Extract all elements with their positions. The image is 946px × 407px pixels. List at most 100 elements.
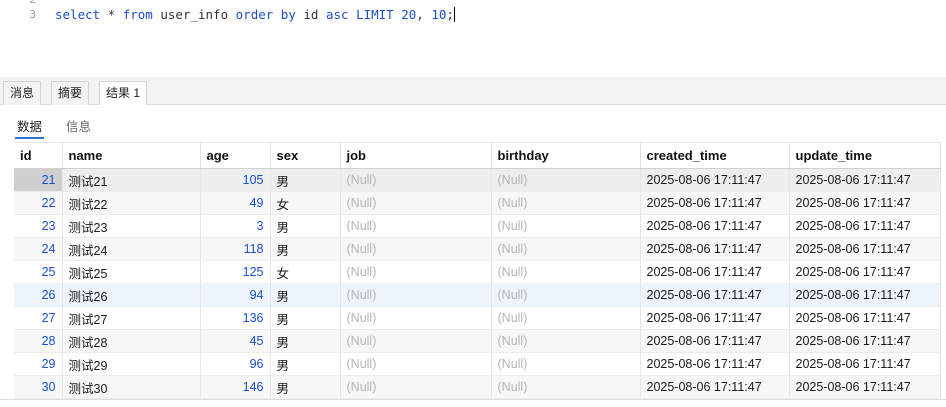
table-row[interactable]: 24 测试24 118 男 (Null) (Null) 2025-08-06 17:11:4… [14, 237, 941, 261]
cell-birthday[interactable]: (Null) [491, 237, 641, 261]
table-row[interactable]: 22 测试22 49 女 (Null) (Null) 2025-08-06 17:11:47… [14, 191, 941, 215]
table-row[interactable]: 21 测试21 105 男 (Null) (Null) 2025-08-06 17:11:4… [14, 168, 941, 192]
cell-sex[interactable]: 男 [270, 306, 341, 330]
cell-name[interactable]: 测试21 [62, 168, 201, 192]
cell-age[interactable]: 146 [200, 375, 271, 399]
cell-birthday[interactable]: (Null) [491, 260, 641, 284]
cell-update-time[interactable]: 2025-08-06 17:11:47 [789, 283, 941, 307]
cell-sex[interactable]: 女 [270, 191, 341, 215]
cell-created-time[interactable]: 2025-08-06 17:11:47 [640, 375, 790, 399]
table-row[interactable]: 28 测试28 45 男 (Null) (Null) 2025-08-06 17:11:47… [14, 329, 941, 353]
cell-created-time[interactable]: 2025-08-06 17:11:47 [640, 191, 790, 215]
cell-id[interactable]: 24 [14, 237, 63, 261]
cell-birthday[interactable]: (Null) [491, 375, 641, 399]
cell-age[interactable]: 45 [200, 329, 271, 353]
cell-id[interactable]: 28 [14, 329, 63, 353]
cell-sex[interactable]: 男 [270, 329, 341, 353]
cell-job[interactable]: (Null) [340, 352, 492, 376]
cell-sex[interactable]: 男 [270, 352, 341, 376]
cell-sex[interactable]: 男 [270, 237, 341, 261]
cell-id[interactable]: 26 [14, 283, 63, 307]
cell-birthday[interactable]: (Null) [491, 306, 641, 330]
cell-sex[interactable]: 女 [270, 260, 341, 284]
cell-name[interactable]: 测试26 [62, 283, 201, 307]
table-row[interactable]: 25 测试25 125 女 (Null) (Null) 2025-08-06 17:11:4… [14, 260, 941, 284]
cell-created-time[interactable]: 2025-08-06 17:11:47 [640, 306, 790, 330]
subtab-data[interactable]: 数据 [17, 116, 42, 135]
column-header-birthday[interactable]: birthday [491, 142, 641, 169]
column-header-update-time[interactable]: update_time [789, 142, 941, 169]
cell-job[interactable]: (Null) [340, 329, 492, 353]
cell-birthday[interactable]: (Null) [491, 329, 641, 353]
cell-update-time[interactable]: 2025-08-06 17:11:47 [789, 237, 941, 261]
column-header-job[interactable]: job [340, 142, 492, 169]
table-row[interactable]: 29 测试29 96 男 (Null) (Null) 2025-08-06 17:11:47… [14, 352, 941, 376]
sql-statement[interactable]: select * from user_info order by id asc … [55, 7, 455, 22]
cell-name[interactable]: 测试30 [62, 375, 201, 399]
cell-sex[interactable]: 男 [270, 283, 341, 307]
cell-update-time[interactable]: 2025-08-06 17:11:47 [789, 306, 941, 330]
table-row[interactable]: 23 测试23 3 男 (Null) (Null) 2025-08-06 17:11:47 2… [14, 214, 941, 238]
cell-sex[interactable]: 男 [270, 214, 341, 238]
cell-update-time[interactable]: 2025-08-06 17:11:47 [789, 214, 941, 238]
cell-age[interactable]: 118 [200, 237, 271, 261]
tab-messages[interactable]: 消息 [3, 81, 42, 105]
cell-birthday[interactable]: (Null) [491, 214, 641, 238]
cell-created-time[interactable]: 2025-08-06 17:11:47 [640, 260, 790, 284]
cell-update-time[interactable]: 2025-08-06 17:11:47 [789, 375, 941, 399]
cell-name[interactable]: 测试28 [62, 329, 201, 353]
cell-id[interactable]: 23 [14, 214, 63, 238]
cell-id[interactable]: 30 [14, 375, 63, 399]
cell-update-time[interactable]: 2025-08-06 17:11:47 [789, 329, 941, 353]
cell-job[interactable]: (Null) [340, 283, 492, 307]
table-row[interactable]: 30 测试30 146 男 (Null) (Null) 2025-08-06 17:11:4… [14, 375, 941, 399]
cell-update-time[interactable]: 2025-08-06 17:11:47 [789, 168, 941, 192]
cell-job[interactable]: (Null) [340, 214, 492, 238]
cell-update-time[interactable]: 2025-08-06 17:11:47 [789, 352, 941, 376]
table-row[interactable]: 26 测试26 94 男 (Null) (Null) 2025-08-06 17:11:47… [14, 283, 941, 307]
cell-job[interactable]: (Null) [340, 168, 492, 192]
cell-birthday[interactable]: (Null) [491, 283, 641, 307]
cell-job[interactable]: (Null) [340, 306, 492, 330]
cell-age[interactable]: 3 [200, 214, 271, 238]
cell-sex[interactable]: 男 [270, 375, 341, 399]
tab-summary[interactable]: 摘要 [51, 81, 90, 105]
cell-id[interactable]: 27 [14, 306, 63, 330]
cell-name[interactable]: 测试23 [62, 214, 201, 238]
cell-birthday[interactable]: (Null) [491, 352, 641, 376]
table-row[interactable]: 27 测试27 136 男 (Null) (Null) 2025-08-06 17:11:4… [14, 306, 941, 330]
cell-name[interactable]: 测试29 [62, 352, 201, 376]
cell-job[interactable]: (Null) [340, 260, 492, 284]
cell-created-time[interactable]: 2025-08-06 17:11:47 [640, 214, 790, 238]
cell-id[interactable]: 29 [14, 352, 63, 376]
subtab-info[interactable]: 信息 [66, 116, 91, 135]
cell-age[interactable]: 136 [200, 306, 271, 330]
cell-birthday[interactable]: (Null) [491, 191, 641, 215]
cell-age[interactable]: 105 [200, 168, 271, 192]
cell-age[interactable]: 96 [200, 352, 271, 376]
cell-name[interactable]: 测试25 [62, 260, 201, 284]
column-header-created-time[interactable]: created_time [640, 142, 790, 169]
column-header-sex[interactable]: sex [270, 142, 341, 169]
cell-created-time[interactable]: 2025-08-06 17:11:47 [640, 352, 790, 376]
cell-age[interactable]: 125 [200, 260, 271, 284]
cell-created-time[interactable]: 2025-08-06 17:11:47 [640, 329, 790, 353]
cell-sex[interactable]: 男 [270, 168, 341, 192]
cell-job[interactable]: (Null) [340, 375, 492, 399]
cell-created-time[interactable]: 2025-08-06 17:11:47 [640, 283, 790, 307]
column-header-name[interactable]: name [62, 142, 201, 169]
cell-birthday[interactable]: (Null) [491, 168, 641, 192]
cell-job[interactable]: (Null) [340, 237, 492, 261]
cell-id[interactable]: 21 [14, 168, 63, 192]
cell-name[interactable]: 测试27 [62, 306, 201, 330]
tab-result-1[interactable]: 结果 1 [99, 81, 148, 106]
cell-age[interactable]: 94 [200, 283, 271, 307]
cell-created-time[interactable]: 2025-08-06 17:11:47 [640, 168, 790, 192]
sql-editor[interactable]: 2 3 select * from user_info order by id … [0, 0, 946, 77]
cell-created-time[interactable]: 2025-08-06 17:11:47 [640, 237, 790, 261]
column-header-id[interactable]: id [14, 142, 63, 169]
cell-job[interactable]: (Null) [340, 191, 492, 215]
cell-age[interactable]: 49 [200, 191, 271, 215]
column-header-age[interactable]: age [200, 142, 271, 169]
cell-name[interactable]: 测试22 [62, 191, 201, 215]
